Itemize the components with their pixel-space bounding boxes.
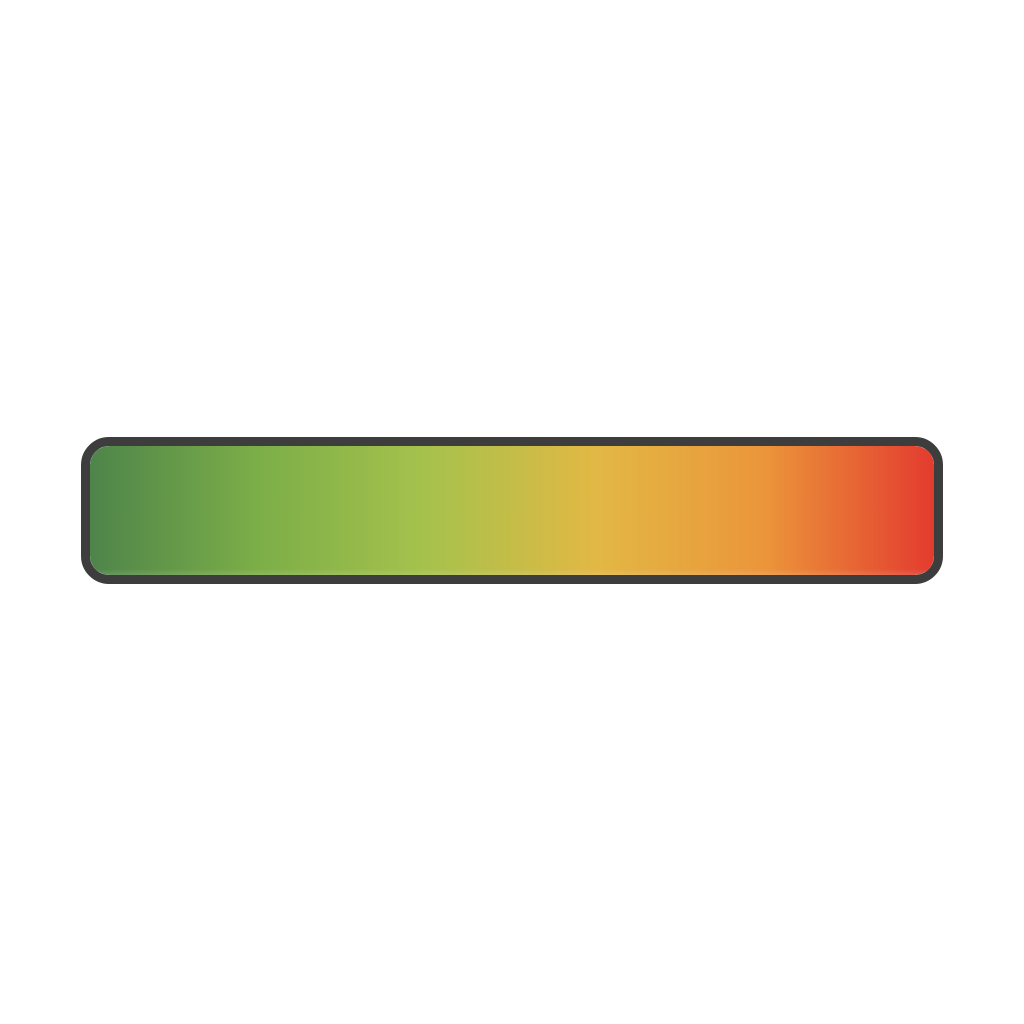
canvas (0, 0, 1024, 1024)
gradient-fill (90, 446, 934, 575)
gradient-bar (81, 437, 943, 584)
